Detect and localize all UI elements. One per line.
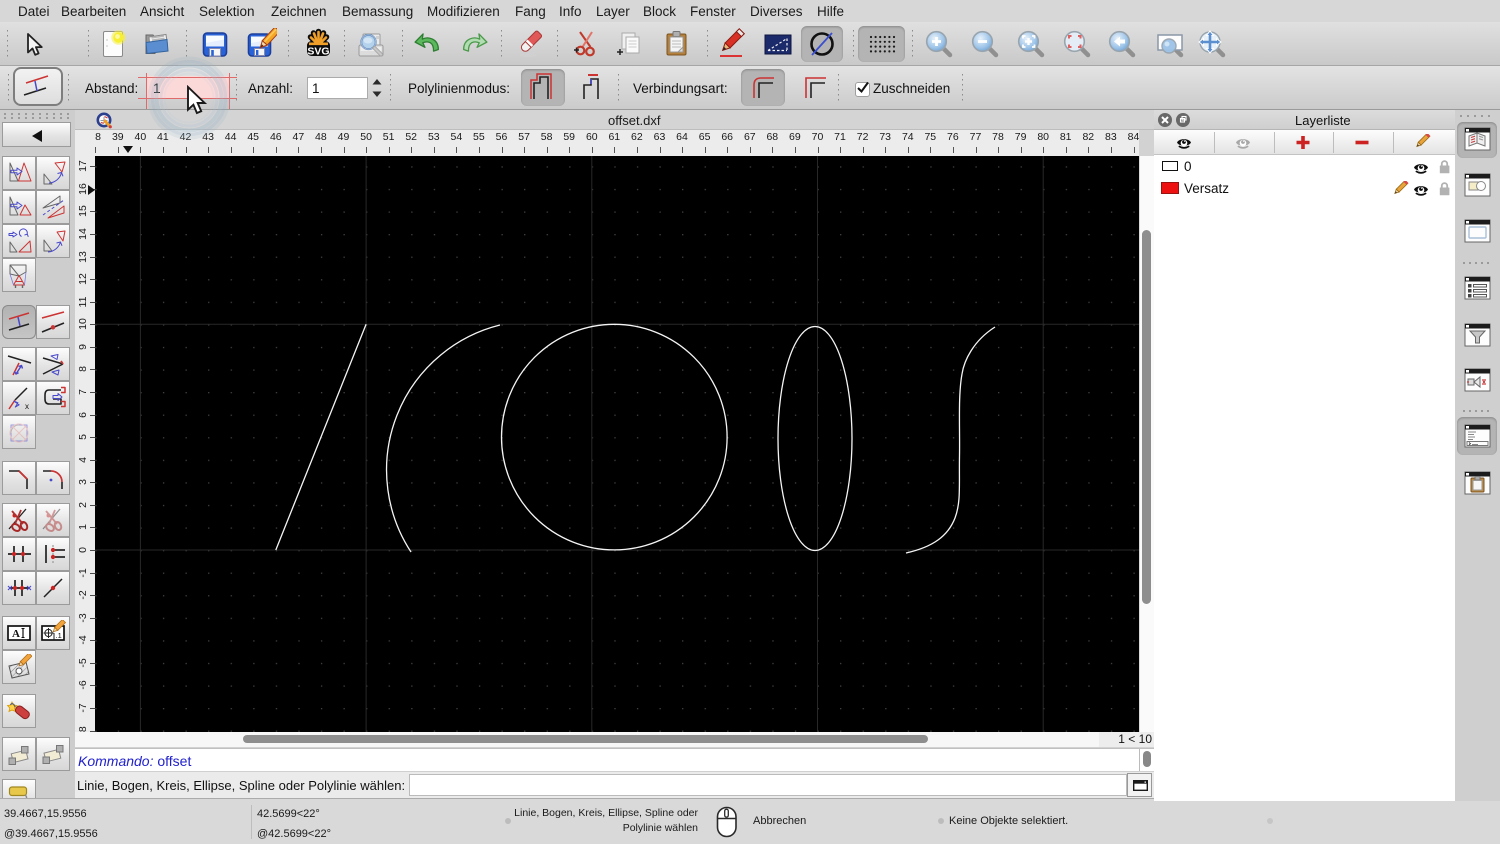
svg-text:.1: .1 — [56, 631, 62, 640]
svg-text:SVG: SVG — [307, 46, 329, 58]
svg-text:A: A — [12, 628, 20, 640]
svg-text:x: x — [25, 402, 29, 411]
